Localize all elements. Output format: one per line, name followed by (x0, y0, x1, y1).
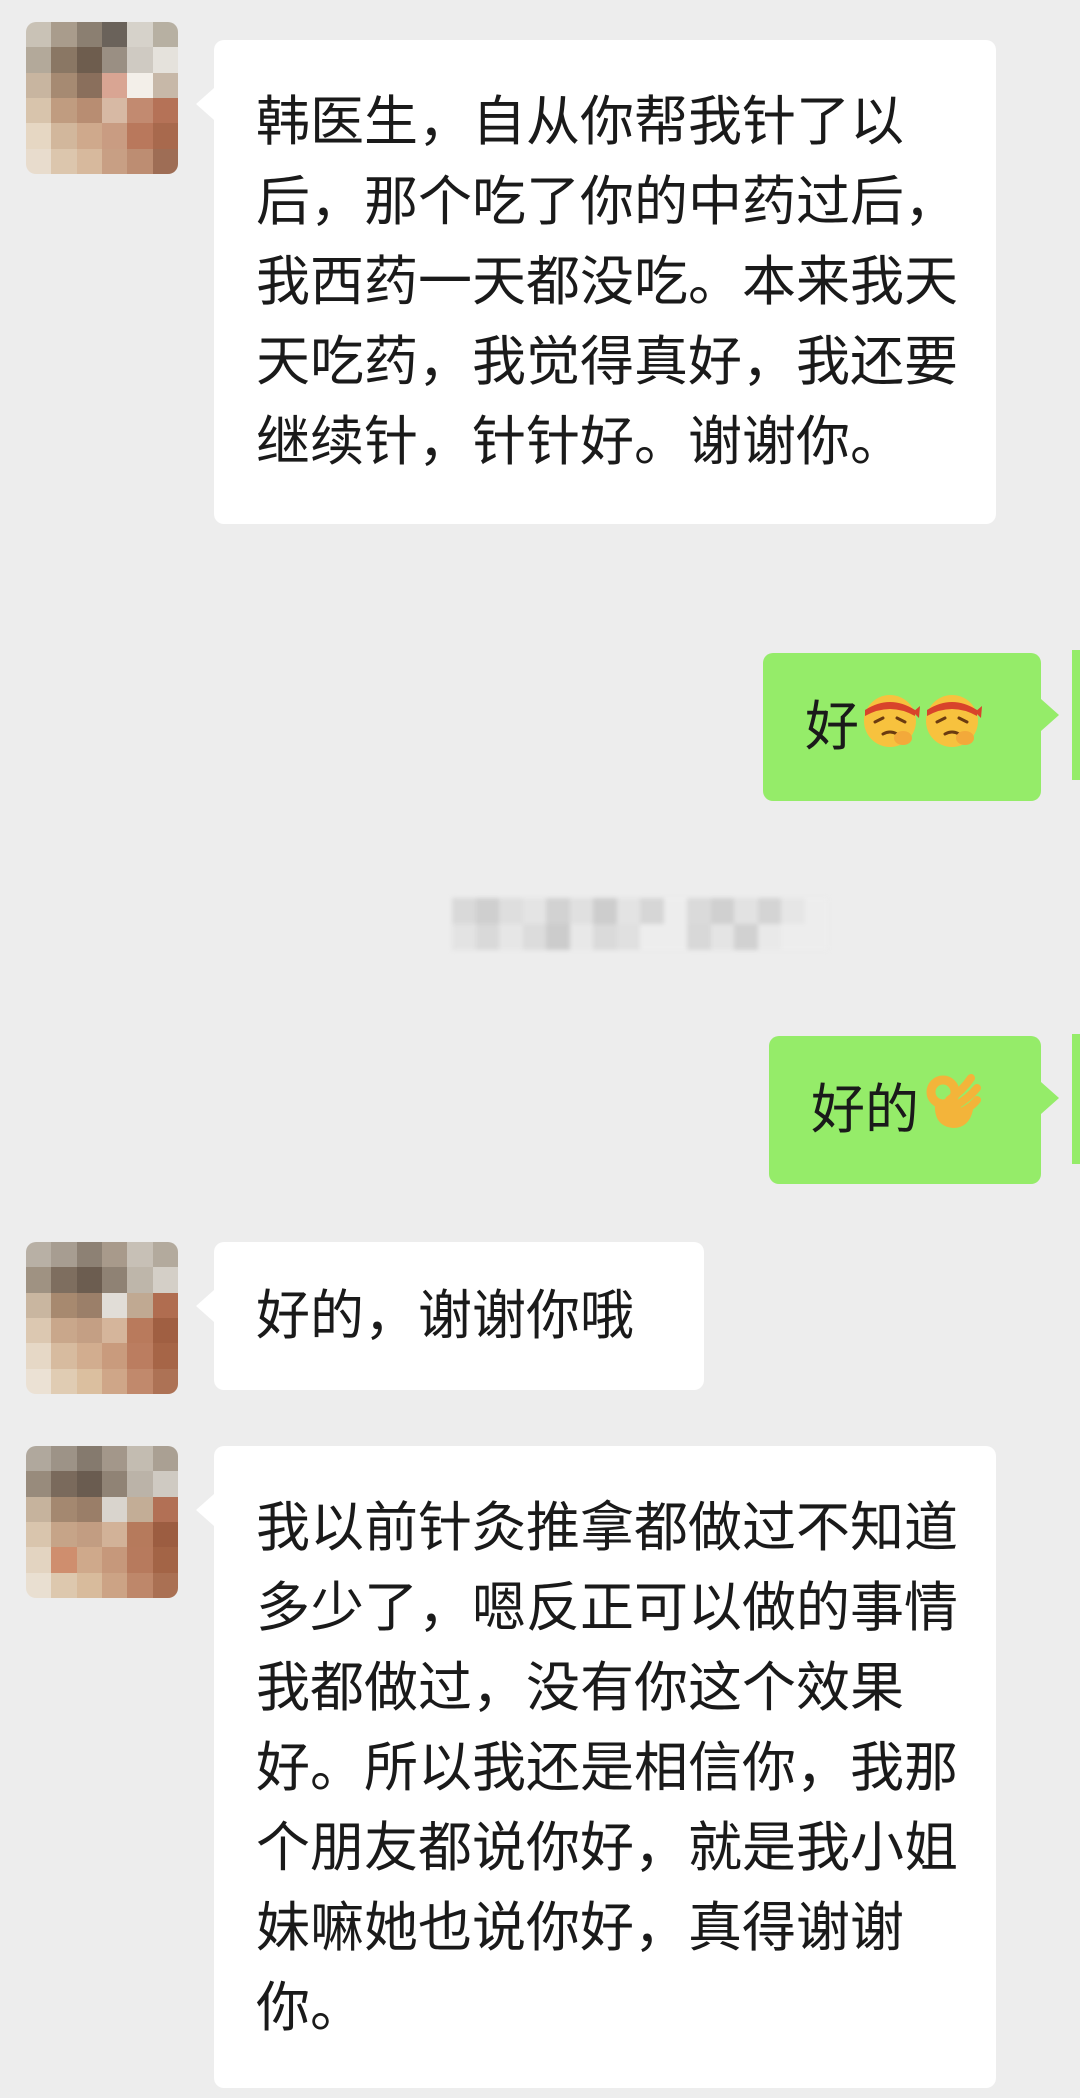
message-text: 好的 (811, 1078, 919, 1141)
shush-headband-face-icon (921, 688, 983, 772)
message-text: 我以前针灸推拿都做过不知道多少了，嗯反正可以做的事情我都做过，没有你这个效果好。… (256, 1496, 958, 2039)
message-bubble[interactable]: 好 (763, 653, 1059, 801)
message-text: 好的，谢谢你哦 (256, 1284, 634, 1347)
avatar[interactable] (26, 1242, 178, 1394)
offscreen-avatar-edge (1072, 1034, 1080, 1164)
message-text: 韩医生，自从你帮我针了以后，那个吃了你的中药过后，我西药一天都没吃。本来我天天吃… (256, 90, 958, 473)
message-bubble[interactable]: 我以前针灸推拿都做过不知道多少了，嗯反正可以做的事情我都做过，没有你这个效果好。… (196, 1446, 996, 2088)
avatar[interactable] (26, 22, 178, 174)
timestamp-redacted (452, 898, 828, 950)
avatar[interactable] (26, 1446, 178, 1598)
message-text: 好 (805, 695, 859, 758)
message-bubble[interactable]: 好的 (769, 1036, 1059, 1184)
ok-hand-icon (919, 1070, 983, 1156)
offscreen-avatar-edge (1072, 650, 1080, 780)
shush-headband-face-icon (859, 688, 921, 772)
message-bubble[interactable]: 好的，谢谢你哦 (196, 1242, 704, 1390)
message-bubble[interactable]: 韩医生，自从你帮我针了以后，那个吃了你的中药过后，我西药一天都没吃。本来我天天吃… (196, 40, 996, 524)
